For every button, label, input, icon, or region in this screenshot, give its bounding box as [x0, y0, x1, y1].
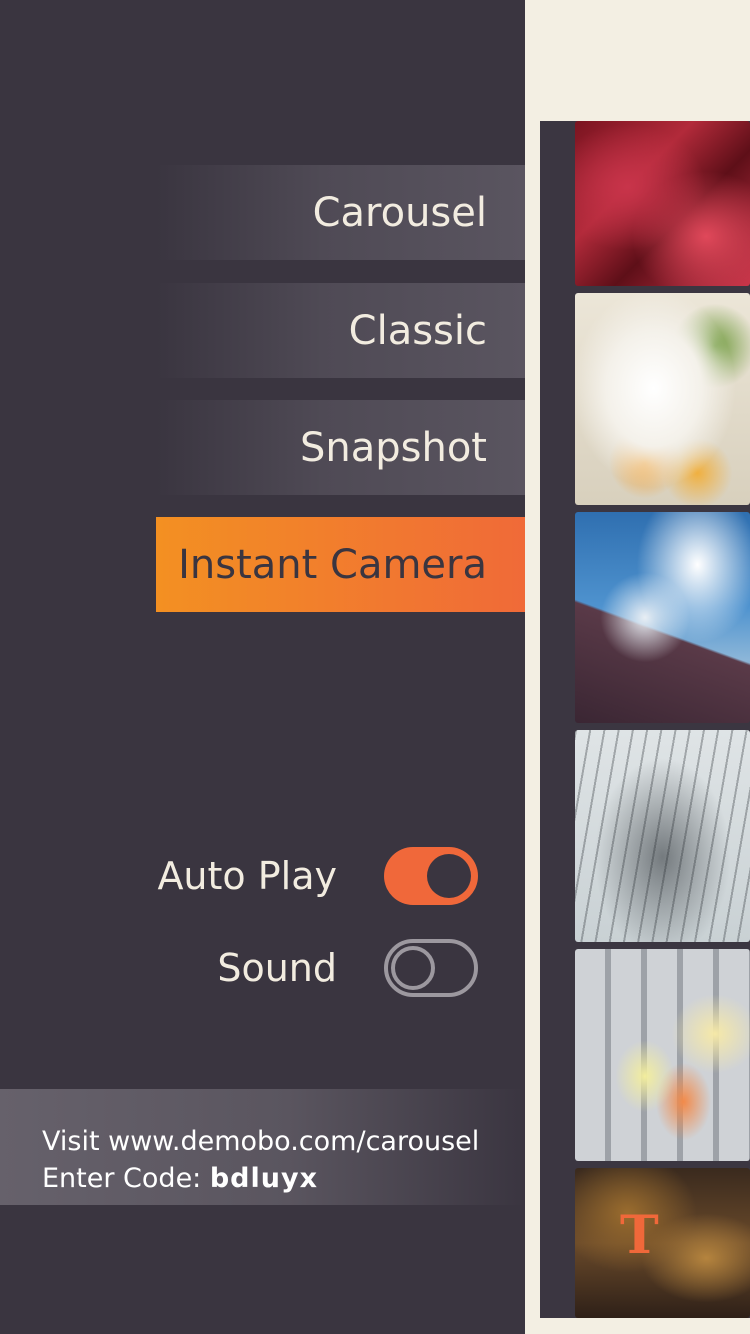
gummy-bears-keyboard-photo[interactable] [575, 949, 750, 1161]
enter-code-label: Enter Code: [42, 1163, 210, 1194]
city-sky-photo[interactable] [575, 512, 750, 723]
visit-url-text: Visit www.demobo.com/carousel [42, 1126, 480, 1157]
connect-info-bar: Visit www.demobo.com/carousel Enter Code… [0, 1089, 525, 1205]
red-flower-photo[interactable] [575, 121, 750, 286]
auto-play-label: Auto Play [157, 854, 337, 898]
toggle-knob [427, 854, 471, 898]
photo-gallery[interactable]: T [540, 121, 750, 1318]
sound-label: Sound [217, 946, 337, 990]
menu-item-label: Classic [348, 307, 487, 354]
bare-tree-photo[interactable] [575, 730, 750, 942]
enter-code-line: Enter Code: bdluyx [42, 1160, 525, 1197]
menu-item-label: Carousel [312, 189, 487, 236]
auto-play-row: Auto Play [0, 846, 525, 906]
menu-item-snapshot[interactable]: Snapshot [156, 400, 525, 495]
carousel-preview-panel: T [525, 0, 750, 1334]
menu-item-label: Instant Camera [178, 541, 487, 588]
menu-item-instant-camera[interactable]: Instant Camera [156, 517, 525, 612]
brand-logo-t: T [620, 1205, 659, 1266]
pairing-code: bdluyx [209, 1163, 319, 1194]
sound-toggle[interactable] [384, 939, 478, 997]
menu-item-carousel[interactable]: Carousel [156, 165, 525, 260]
menu-item-label: Snapshot [300, 424, 487, 471]
ice-cream-photo[interactable] [575, 293, 750, 505]
side-menu: Carousel Classic Snapshot Instant Camera… [0, 0, 525, 1334]
toggle-knob [391, 946, 435, 990]
auto-play-toggle[interactable] [384, 847, 478, 905]
sound-row: Sound [0, 938, 525, 998]
menu-item-classic[interactable]: Classic [156, 283, 525, 378]
